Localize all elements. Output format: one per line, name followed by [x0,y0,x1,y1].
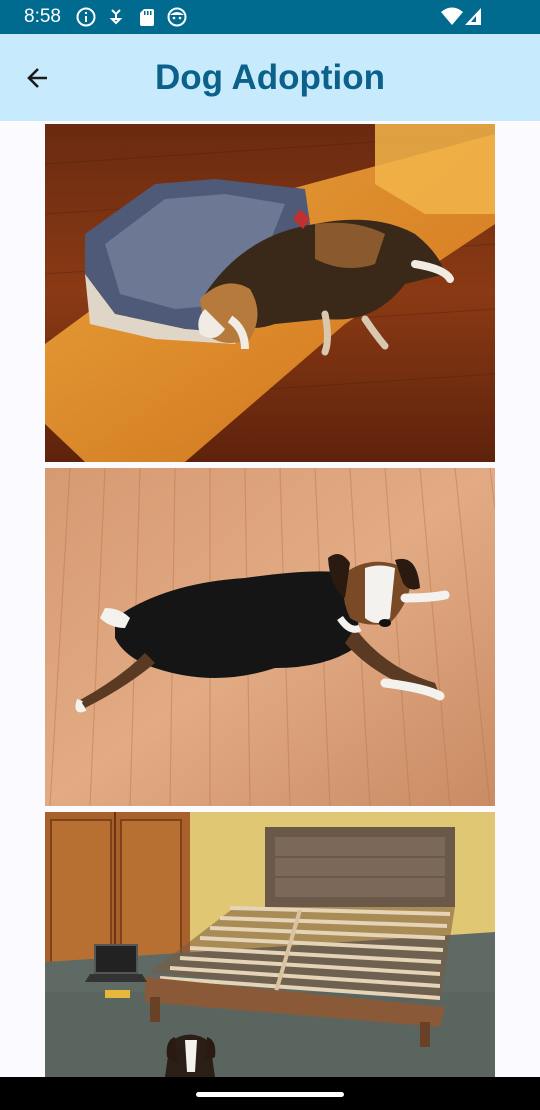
dog-photo-1-image [45,124,495,462]
page-title: Dog Adoption [154,58,385,97]
status-bar: 8:58 [0,0,540,34]
dog-photo-3-image [45,812,495,1077]
dog-photo-2-image [45,468,495,806]
notification-face-icon [166,6,188,28]
app-bar: Dog Adoption [0,34,540,121]
dog-photo-2[interactable] [45,468,495,806]
sd-card-icon [136,6,158,28]
info-icon [75,6,97,28]
home-indicator[interactable] [196,1092,344,1097]
signal-icon [463,6,483,28]
data-saver-icon [105,6,127,28]
wifi-icon [440,6,464,28]
status-time: 8:58 [24,6,61,27]
navigation-bar [0,1077,540,1110]
dog-photo-3[interactable] [45,812,495,1077]
dog-photo-1[interactable] [45,124,495,462]
